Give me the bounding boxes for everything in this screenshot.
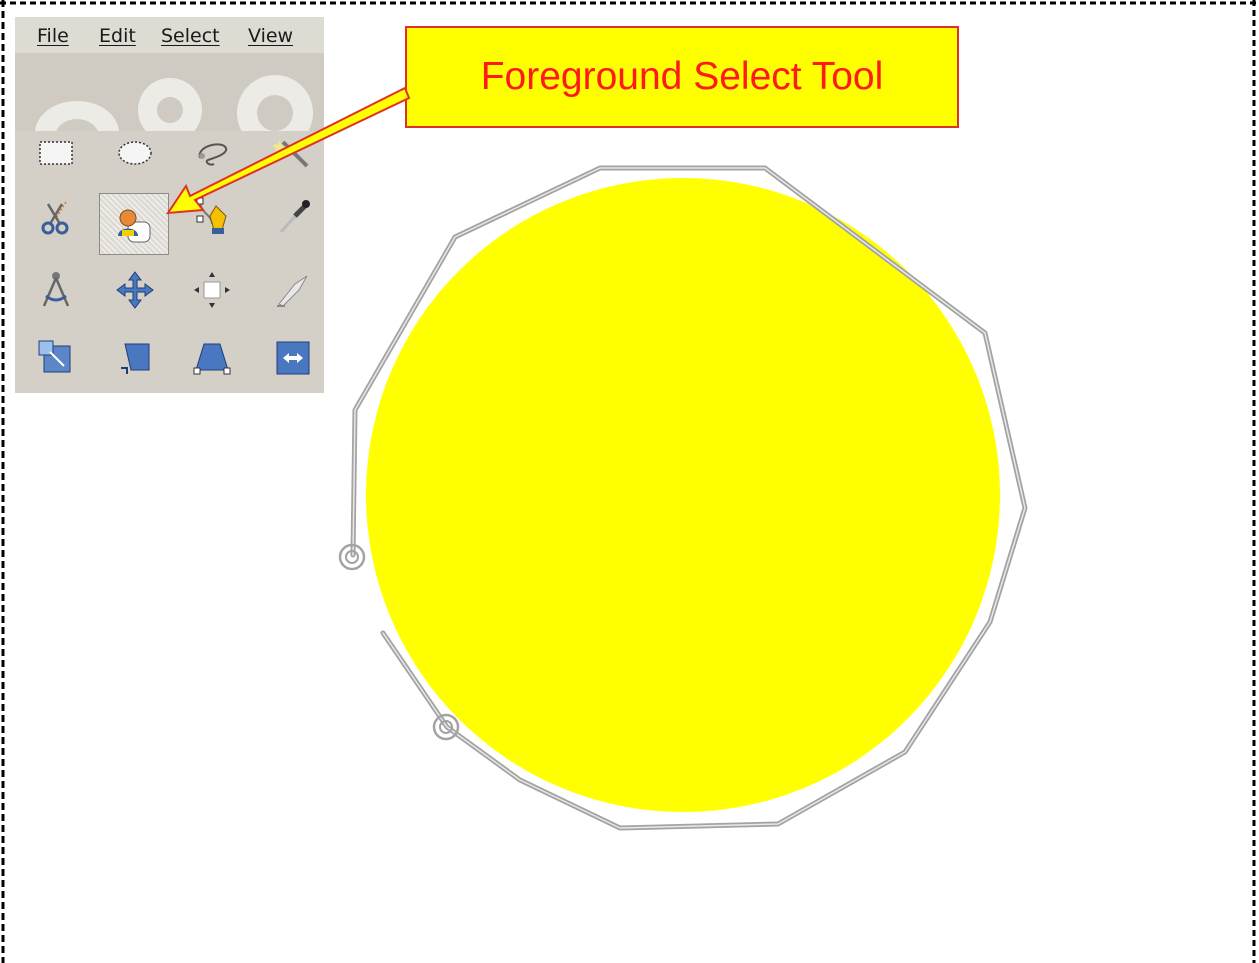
scale-transform-icon[interactable]: [100, 327, 170, 389]
menu-view[interactable]: View: [248, 25, 293, 47]
flip-tool-icon[interactable]: [258, 327, 324, 389]
crop-knife-icon[interactable]: [258, 259, 324, 321]
ellipse-select-tool-icon[interactable]: [100, 121, 170, 183]
tool-callout: Foreground Select Tool: [405, 26, 959, 128]
color-picker-eyedropper-icon[interactable]: [258, 185, 324, 247]
menu-select[interactable]: Select: [161, 25, 220, 47]
rect-select-tool-icon[interactable]: [21, 121, 91, 183]
wilber-banner-icon: [15, 53, 324, 165]
move-tool-icon[interactable]: [100, 259, 170, 321]
menu-edit[interactable]: Edit: [99, 25, 136, 47]
fuzzy-select-wand-icon[interactable]: [258, 121, 324, 183]
paths-tool-icon[interactable]: [177, 185, 247, 247]
callout-label: Foreground Select Tool: [480, 55, 884, 98]
free-select-lasso-icon[interactable]: [177, 121, 247, 183]
menu-bar: File Edit Select View: [15, 17, 324, 53]
rotate-transform-icon[interactable]: [21, 327, 91, 389]
foreground-select-tool-icon[interactable]: [99, 193, 169, 255]
toolbox-panel: File Edit Select View: [15, 17, 324, 393]
scissors-select-icon[interactable]: [21, 185, 91, 247]
perspective-transform-icon[interactable]: [177, 327, 247, 389]
measure-compass-icon[interactable]: [21, 259, 91, 321]
align-tool-icon[interactable]: [177, 259, 247, 321]
menu-file[interactable]: File: [37, 25, 69, 47]
